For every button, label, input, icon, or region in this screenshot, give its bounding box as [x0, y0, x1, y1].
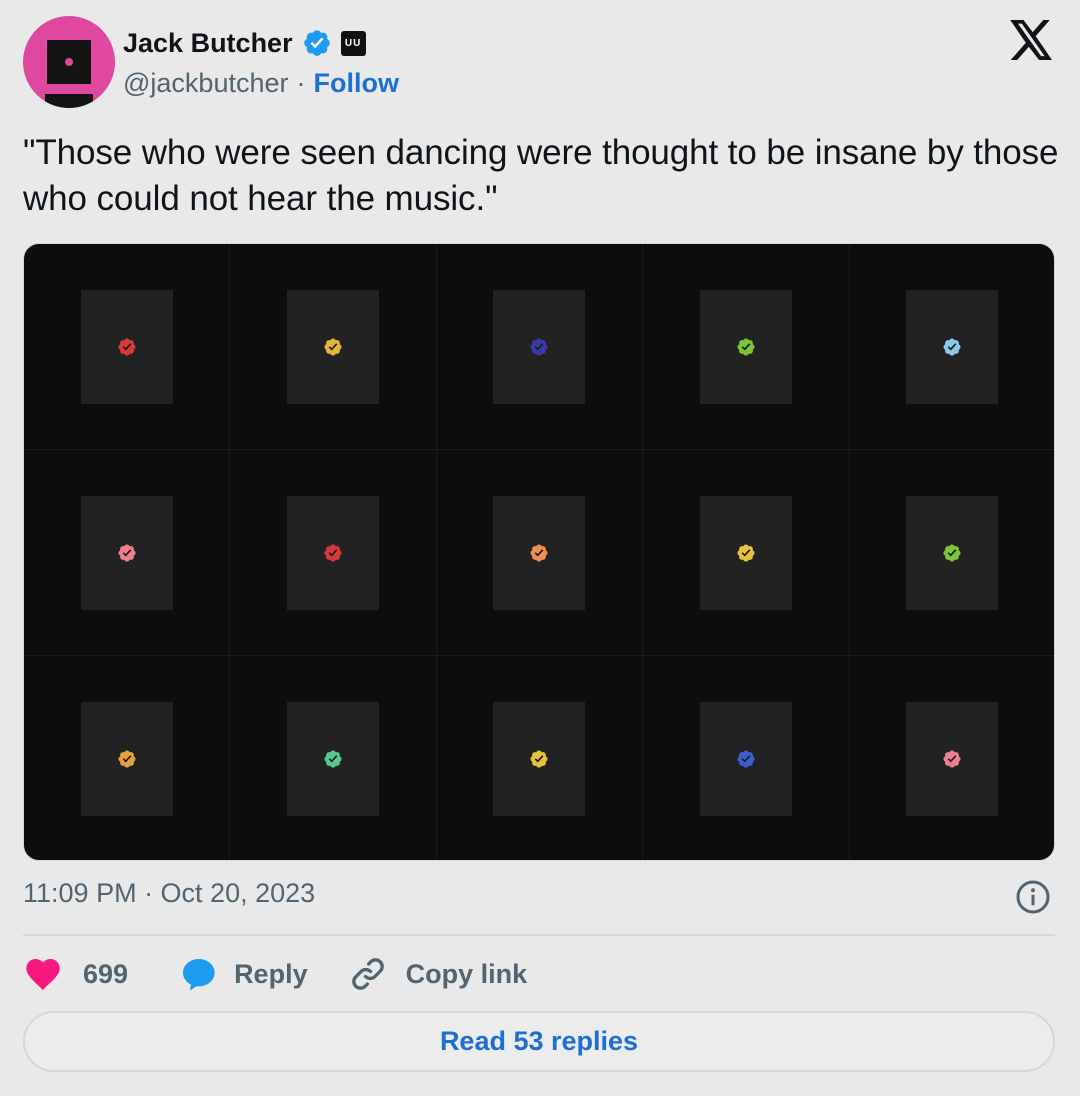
artwork-cell [24, 656, 231, 860]
copy-link-label: Copy link [405, 958, 528, 989]
artwork-cell [230, 244, 437, 450]
author-avatar[interactable] [23, 16, 115, 108]
verified-seal-icon [737, 749, 755, 768]
action-bar: 699 Reply Copy link [23, 952, 527, 996]
verified-seal-icon [530, 749, 549, 768]
artwork-grid [24, 244, 1054, 860]
artwork-cell [849, 450, 1054, 656]
verified-seal-icon [737, 543, 755, 562]
verified-seal-icon [324, 337, 342, 356]
tweet-media-image[interactable] [23, 243, 1055, 861]
affiliate-badge[interactable]: UU [340, 30, 366, 56]
avatar-artwork-dot [65, 58, 73, 66]
artwork-cell [230, 656, 437, 860]
avatar-artwork-base [45, 94, 93, 108]
author-name-row: Jack Butcher UU [123, 26, 366, 60]
verified-seal-icon [118, 337, 136, 356]
read-replies-button[interactable]: Read 53 replies [23, 1011, 1055, 1072]
artwork-cell [643, 450, 850, 656]
divider [23, 934, 1055, 936]
verified-seal-icon [324, 749, 342, 768]
like-count: 699 [83, 958, 129, 989]
handle-separator: · [296, 67, 306, 98]
heart-icon [26, 959, 60, 990]
x-logo-icon[interactable] [1010, 20, 1054, 60]
link-icon [351, 958, 384, 990]
tweet-embed-card: Jack Butcher UU @jackbutcher · Follow "T… [0, 0, 1080, 1096]
reply-button[interactable]: Reply [178, 954, 308, 994]
tweet-text: "Those who were seen dancing were though… [23, 133, 1059, 218]
follow-button[interactable]: Follow [313, 68, 398, 99]
verified-seal-icon [324, 543, 342, 562]
verified-badge-icon [303, 30, 330, 56]
copy-link-button[interactable]: Copy link [348, 954, 528, 994]
verified-seal-icon [943, 543, 961, 562]
artwork-cell [643, 656, 850, 860]
affiliate-badge-text: UU [344, 37, 362, 49]
artwork-cell [850, 656, 1054, 860]
verified-seal-icon [943, 337, 961, 356]
artwork-cell [24, 450, 231, 656]
verified-seal-icon [118, 749, 136, 768]
verified-seal-icon [737, 337, 755, 356]
like-button[interactable]: 699 [23, 954, 128, 994]
author-name[interactable]: Jack Butcher [123, 28, 293, 59]
tweet-timestamp[interactable]: 11:09 PM · Oct 20, 2023 [23, 878, 315, 909]
artwork-cell [436, 244, 644, 450]
author-handle[interactable]: @jackbutcher [123, 68, 288, 99]
verified-seal-icon [530, 543, 549, 562]
verified-seal-icon [530, 337, 549, 356]
artwork-cell [230, 450, 437, 656]
reply-bubble-icon [183, 959, 215, 991]
info-icon[interactable] [1015, 879, 1051, 915]
artwork-cell [437, 656, 644, 860]
artwork-cell [643, 244, 850, 450]
verified-seal-icon [943, 749, 961, 768]
artwork-cell [24, 244, 231, 450]
artwork-cell [849, 244, 1054, 450]
artwork-cell [436, 450, 644, 656]
reply-label: Reply [234, 958, 308, 989]
verified-seal-icon [118, 543, 136, 562]
read-replies-label: Read 53 replies [439, 1026, 639, 1056]
author-handle-row: @jackbutcher · Follow [123, 66, 399, 100]
